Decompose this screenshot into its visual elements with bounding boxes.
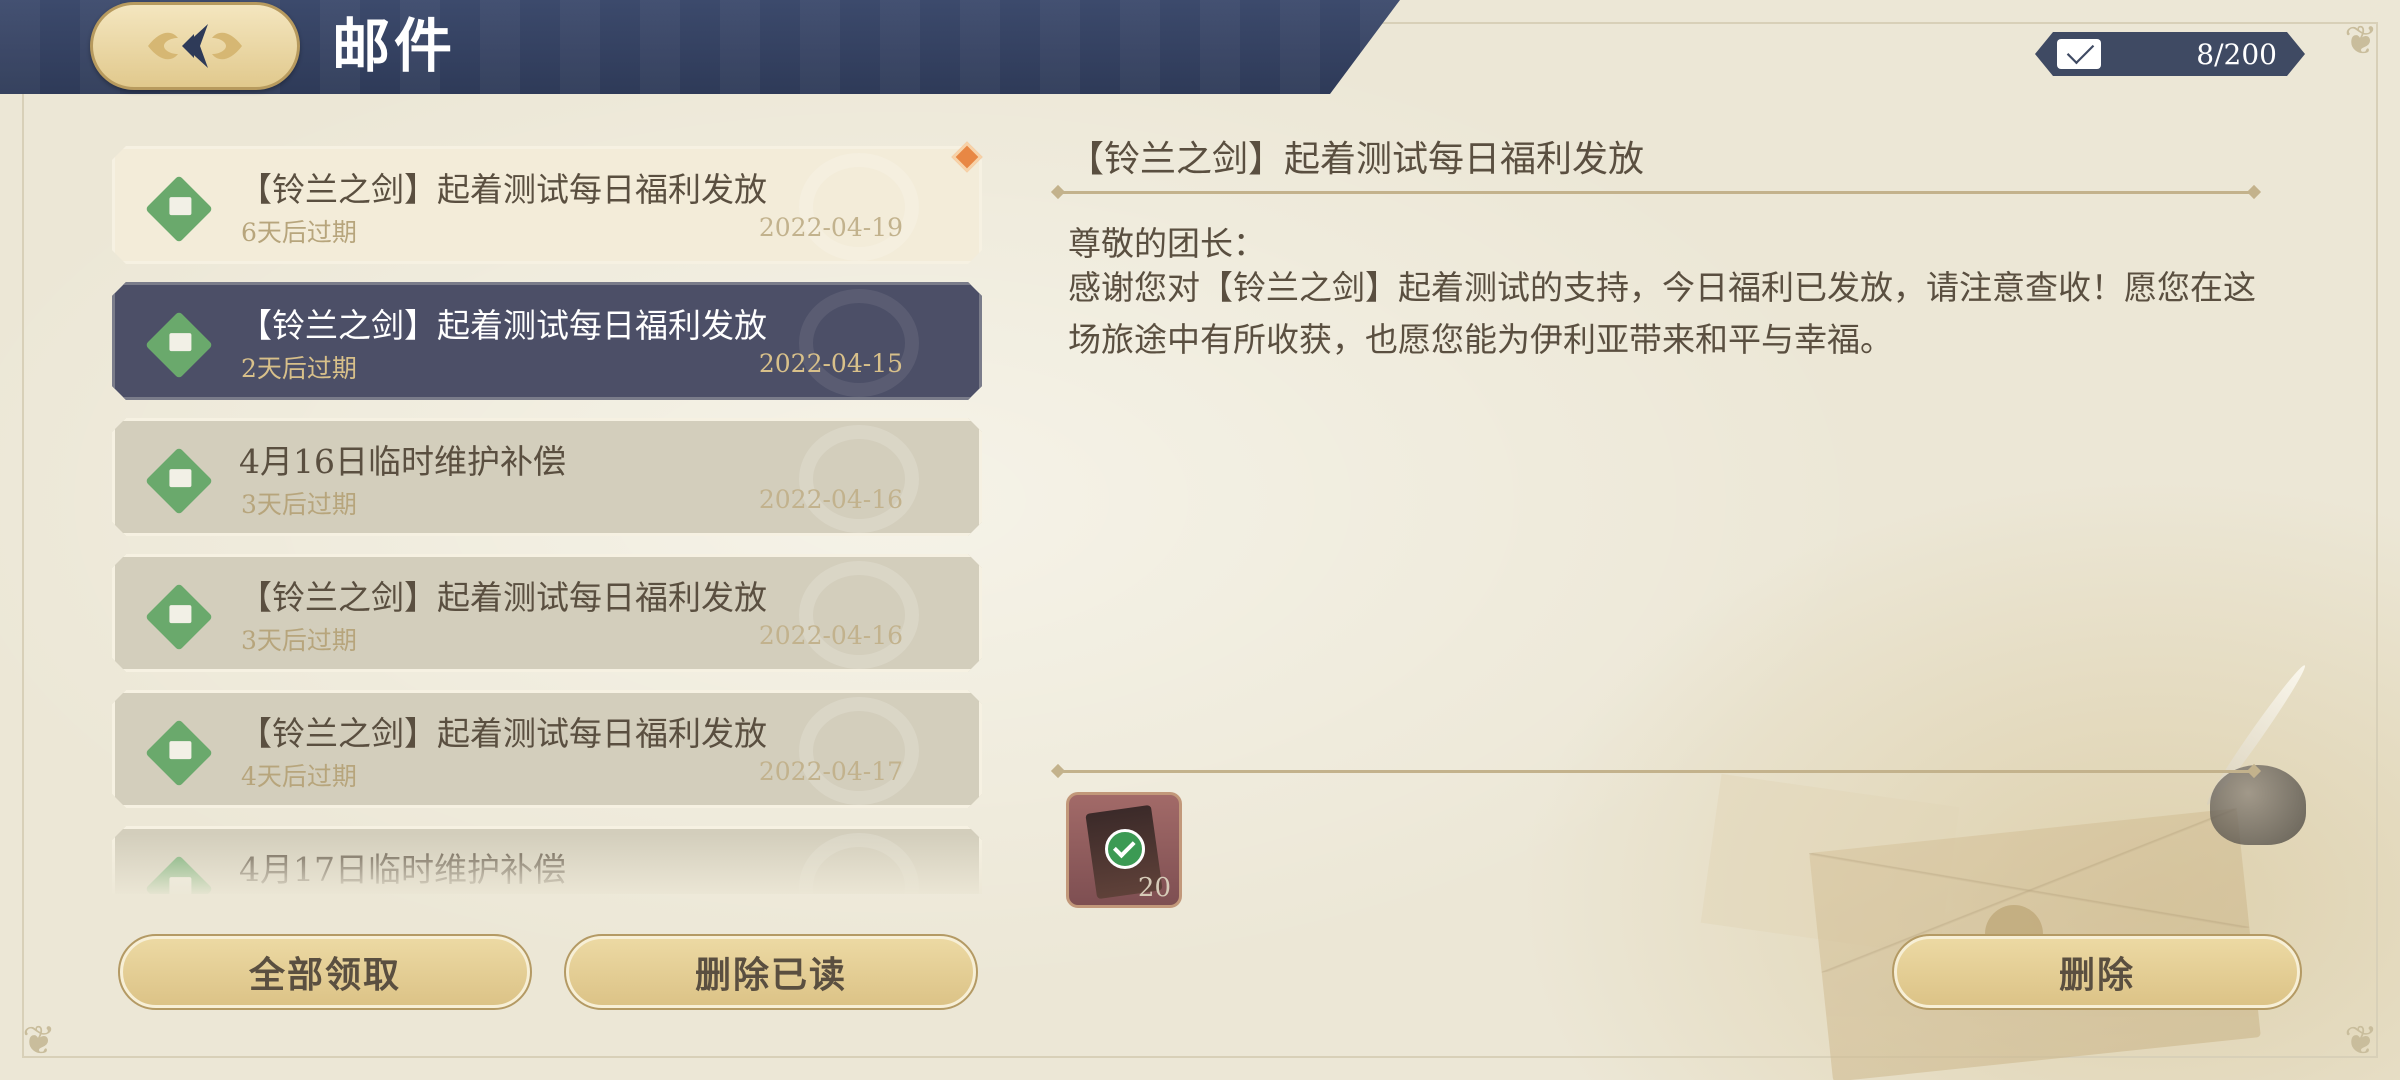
claim-all-button[interactable]: 全部领取 <box>118 934 532 1010</box>
mail-item[interactable]: 4月16日临时维护补偿 3天后过期 2022-04-16 <box>112 418 982 536</box>
mail-subject: 【铃兰之剑】起着测试每日福利发放 <box>239 170 767 209</box>
divider <box>1058 770 2254 773</box>
mail-count-badge: 8/200 <box>2035 32 2305 76</box>
mail-gift-icon <box>145 311 213 379</box>
mail-date: 2022-04-19 <box>758 213 903 242</box>
mail-expiry: 2天后过期 <box>241 354 357 383</box>
mail-subject: 【铃兰之剑】起着测试每日福利发放 <box>239 578 767 617</box>
corner-ornament-icon: ❦ <box>22 1018 56 1064</box>
mail-subject: 【铃兰之剑】起着测试每日福利发放 <box>239 306 767 345</box>
corner-ornament-icon: ❦ <box>2344 18 2378 64</box>
mail-expiry: 3天后过期 <box>241 490 357 519</box>
mail-subject: 4月17日临时维护补偿 <box>239 850 566 889</box>
decorative-pattern <box>799 153 919 261</box>
decorative-pattern <box>799 289 919 397</box>
mail-expiry: 4天后过期 <box>241 762 357 791</box>
inkwell-illustration <box>2210 765 2306 845</box>
back-arrow-icon <box>148 24 242 68</box>
delete-button[interactable]: 删除 <box>1892 934 2302 1010</box>
mail-date: 2022-04-17 <box>758 757 903 786</box>
mail-item[interactable]: 【铃兰之剑】起着测试每日福利发放 4天后过期 2022-04-17 <box>112 690 982 808</box>
corner-ornament-icon: ❦ <box>2344 1018 2378 1064</box>
envelope-icon <box>2057 39 2101 69</box>
mail-list[interactable]: 【铃兰之剑】起着测试每日福利发放 6天后过期 2022-04-19 【铃兰之剑】… <box>112 142 982 894</box>
mail-expiry: 3天后过期 <box>241 626 357 655</box>
mail-expiry: 6天后过期 <box>241 218 357 247</box>
mail-gift-icon <box>145 583 213 651</box>
decorative-pattern <box>799 833 919 894</box>
mail-date: 2022-04-16 <box>758 485 903 514</box>
attachment-quantity: 20 <box>1137 873 1171 903</box>
page-title: 邮件 <box>332 12 457 80</box>
mail-subject: 【铃兰之剑】起着测试每日福利发放 <box>239 714 767 753</box>
mail-body: 感谢您对【铃兰之剑】起着测试的支持，今日福利已发放，请注意查收！愿您在这场旅途中… <box>1068 268 2256 359</box>
mail-date: 2022-04-16 <box>758 621 903 650</box>
attachment-item[interactable]: 20 <box>1066 792 1182 908</box>
claimed-check-icon <box>1105 829 1145 869</box>
decorative-pattern <box>799 425 919 533</box>
back-button[interactable] <box>90 2 300 90</box>
mail-count: 8/200 <box>2196 37 2277 71</box>
decorative-pattern <box>799 697 919 805</box>
mail-detail-title: 【铃兰之剑】起着测试每日福利发放 <box>1068 139 1645 180</box>
mail-item[interactable]: 【铃兰之剑】起着测试每日福利发放 6天后过期 2022-04-19 <box>112 146 982 264</box>
mail-item-selected[interactable]: 【铃兰之剑】起着测试每日福利发放 2天后过期 2022-04-15 <box>112 282 982 400</box>
mail-gift-icon <box>145 175 213 243</box>
mail-subject: 4月16日临时维护补偿 <box>239 442 566 481</box>
mail-gift-icon <box>145 719 213 787</box>
mail-item[interactable]: 4月17日临时维护补偿 <box>112 826 982 894</box>
delete-read-button[interactable]: 删除已读 <box>564 934 978 1010</box>
mail-gift-icon <box>145 447 213 515</box>
decorative-pattern <box>799 561 919 669</box>
mail-item[interactable]: 【铃兰之剑】起着测试每日福利发放 3天后过期 2022-04-16 <box>112 554 982 672</box>
mail-date: 2022-04-15 <box>758 349 903 378</box>
divider <box>1058 191 2254 194</box>
mail-gift-icon <box>145 855 213 894</box>
